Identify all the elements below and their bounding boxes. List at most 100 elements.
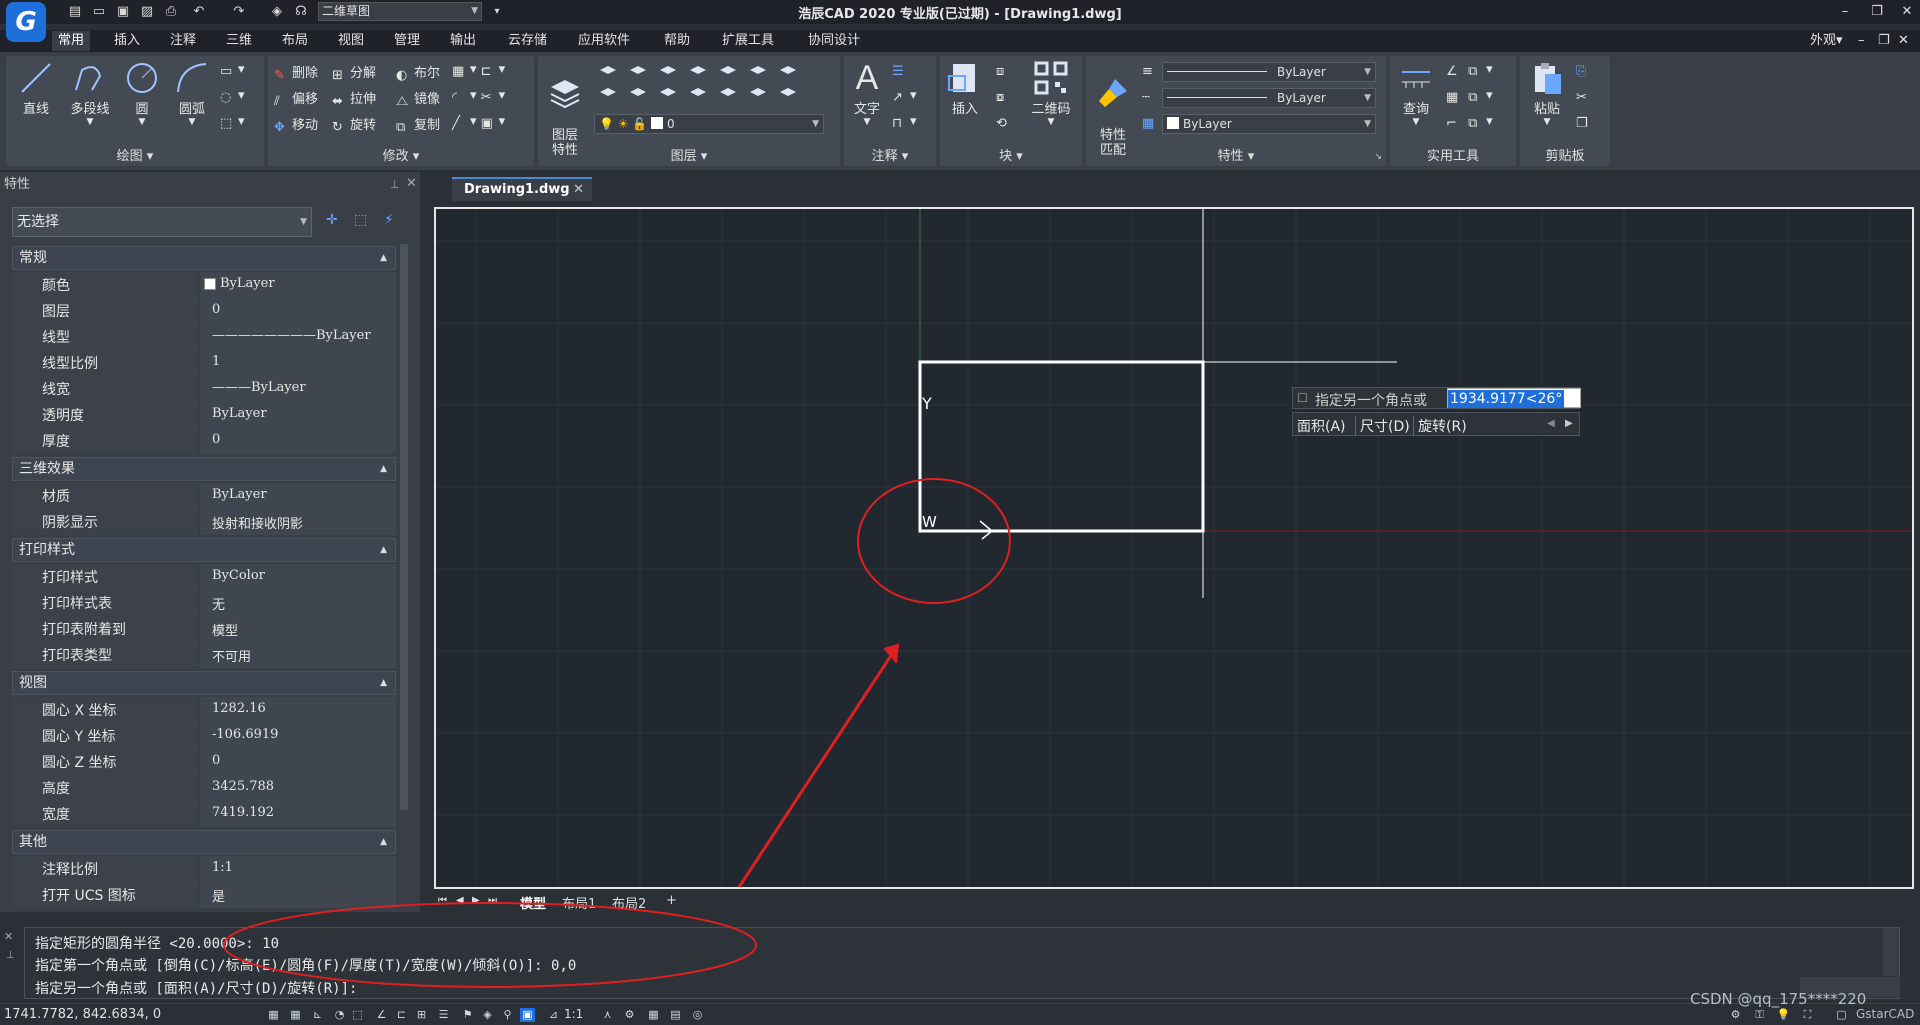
dyn-option-dimensions[interactable]: 尺寸(D)	[1355, 416, 1410, 436]
modify-panel-title[interactable]: 修改 ▾	[268, 145, 534, 164]
property-row[interactable]: 打印样式 ByColor	[12, 564, 396, 590]
tab-help[interactable]: 帮助	[658, 31, 696, 51]
text-button[interactable]: A 文字 ▼	[848, 60, 886, 127]
isolate-icon[interactable]: ◎	[690, 1008, 705, 1022]
line-button[interactable]: 直线	[16, 60, 56, 117]
section-header[interactable]: 常规 ▲	[12, 246, 396, 270]
first-tab-icon[interactable]: ⏮	[438, 895, 447, 906]
annotation-panel-title[interactable]: 注释 ▾	[844, 145, 936, 164]
tab-add-layout[interactable]: +	[666, 893, 677, 908]
annotation-monitor-icon[interactable]: ▣	[520, 1008, 535, 1022]
toggle-pickadd-icon[interactable]: ✛	[326, 212, 338, 228]
move-button[interactable]: ✥ 移动	[274, 114, 318, 135]
restore-icon[interactable]: ❐	[1864, 2, 1890, 22]
fullscreen-icon[interactable]: ⛶	[1800, 1008, 1815, 1022]
tab-layout1[interactable]: 布局1	[562, 893, 596, 912]
property-row[interactable]: 颜色 ByLayer	[12, 272, 396, 298]
property-value-cell[interactable]	[200, 590, 396, 616]
scale-value[interactable]: 1:1	[564, 1007, 583, 1021]
grid-display-icon[interactable]: ▦	[288, 1008, 303, 1022]
ribbon-close-icon[interactable]: ✕	[1892, 31, 1915, 51]
color-dropdown[interactable]: ByLayer ▼	[1162, 114, 1376, 134]
properties-scrollbar[interactable]	[400, 244, 408, 810]
property-row[interactable]: 线型比例 1	[12, 350, 396, 376]
dimension-tool[interactable]: ⊓ ▾	[892, 114, 917, 131]
close-icon[interactable]: ✕	[406, 176, 417, 191]
match-properties-button[interactable]: 特性 匹配	[1090, 60, 1136, 158]
cmd-close-icon[interactable]: ✕	[4, 930, 13, 943]
explode-button[interactable]: ⊞ 分解	[332, 62, 376, 83]
pin-icon[interactable]: ⊥	[390, 178, 400, 191]
calc-tool[interactable]: ▦ ⧉ ▾	[1446, 88, 1493, 105]
dyn-option-rotation[interactable]: 旋转(R)	[1413, 416, 1467, 436]
tab-insert[interactable]: 插入	[108, 31, 146, 51]
chevron-down-icon[interactable]: ▼	[1026, 117, 1076, 127]
cmd-pin-icon[interactable]: ⊥	[6, 950, 15, 961]
tab-home[interactable]: 常用	[52, 31, 91, 51]
cut-tool[interactable]: ✂	[1576, 88, 1594, 105]
circle-button[interactable]: 圆 ▼	[122, 60, 162, 127]
array-tool[interactable]: ▦ ▾ ⊏ ▾	[452, 62, 505, 79]
offset-button[interactable]: ⫽ 偏移	[274, 88, 318, 109]
mirror-button[interactable]: ⧍ 镜像	[396, 88, 440, 109]
section-header[interactable]: 其他 ▲	[12, 830, 396, 854]
prev-tab-icon[interactable]: ◀	[456, 895, 464, 906]
qrcode-button[interactable]: 二维码 ▼	[1026, 60, 1076, 127]
collapse-icon[interactable]: ▲	[380, 831, 387, 853]
drawing-canvas[interactable]: Y W	[434, 207, 1914, 889]
property-row[interactable]: 图层 0	[12, 298, 396, 324]
tab-apps[interactable]: 应用软件	[572, 31, 636, 51]
chevron-down-icon[interactable]: ▼	[848, 117, 886, 127]
insert-block-button[interactable]: 插入	[944, 60, 986, 117]
create-block-tool[interactable]: ⧈	[996, 62, 1014, 79]
collapse-icon[interactable]: ▲	[380, 458, 387, 480]
property-row[interactable]: 厚度 0	[12, 428, 396, 454]
angle-tool[interactable]: ∠ ⧉ ▾	[1446, 62, 1493, 79]
next-tab-icon[interactable]: ▶	[472, 895, 480, 906]
chevron-down-icon[interactable]: ▼	[170, 117, 214, 127]
layer-tools-icons[interactable]	[594, 60, 834, 102]
collapse-icon[interactable]: ▲	[380, 247, 387, 269]
tab-annotate[interactable]: 注释	[164, 31, 202, 51]
command-input-line[interactable]: 指定另一个角点或 [面积(A)/尺寸(D)/旋转(R)]:	[35, 978, 357, 998]
hardware-accel-icon[interactable]: ▤	[668, 1008, 683, 1022]
layer-panel-title[interactable]: 图层 ▾	[538, 145, 840, 164]
property-row[interactable]: 材质 ByLayer	[12, 483, 396, 509]
annotation-visibility-icon[interactable]: ⋏	[600, 1008, 615, 1022]
copy-button[interactable]: ⧉ 复制	[396, 114, 440, 135]
dynamic-input-field[interactable]: 1934.9177<26°	[1447, 388, 1581, 408]
select-objects-icon[interactable]: ⬚	[354, 212, 367, 228]
hatch-tool[interactable]: ⬚ ▾	[220, 114, 245, 131]
property-row[interactable]: 线宽 ———ByLayer	[12, 376, 396, 402]
linetype-icon[interactable]: ┄	[1142, 88, 1160, 105]
tab-cloud[interactable]: 云存储	[502, 31, 553, 51]
property-value-cell[interactable]	[200, 749, 396, 775]
tab-collab[interactable]: 协同设计	[802, 31, 866, 51]
arc-button[interactable]: 圆弧 ▼	[170, 60, 214, 127]
stretch-button[interactable]: ⬌ 拉伸	[332, 88, 376, 109]
property-value-cell[interactable]	[200, 350, 396, 376]
properties-panel-title[interactable]: 特性 ▾	[1086, 145, 1386, 164]
collapse-icon[interactable]: ▲	[380, 539, 387, 561]
property-row[interactable]: 线型 ————————ByLayer	[12, 324, 396, 350]
tab-extensions[interactable]: 扩展工具	[716, 31, 780, 51]
point-tool[interactable]: ⌐ ⧉ ▾	[1446, 114, 1493, 131]
autoscale-icon[interactable]: ⚙	[622, 1008, 637, 1022]
tab-3d[interactable]: 三维	[220, 31, 258, 51]
boolean-button[interactable]: ◐ 布尔	[396, 62, 440, 83]
lineweight-dropdown[interactable]: ByLayer ▼	[1162, 62, 1376, 82]
annotation-scale-icon[interactable]: ⊿	[546, 1008, 561, 1022]
close-tab-icon[interactable]: ✕	[573, 179, 584, 201]
property-row[interactable]: 打印表附着到 模型	[12, 616, 396, 642]
settings-icon[interactable]: ⚙	[1728, 1008, 1743, 1022]
query-button[interactable]: 查询 ▼	[1396, 60, 1436, 127]
block-attr-tool[interactable]: ⟲	[996, 114, 1014, 131]
rotate-button[interactable]: ↻ 旋转	[332, 114, 376, 135]
tab-layout2[interactable]: 布局2	[612, 893, 646, 912]
chevron-down-icon[interactable]: ▼	[1396, 117, 1436, 127]
property-row[interactable]: 圆心 Z 坐标 0	[12, 749, 396, 775]
polar-icon[interactable]: ◔	[332, 1008, 347, 1022]
quick-select-icon[interactable]: ⚡	[384, 212, 394, 228]
break-tool[interactable]: ╱ ▾ ▣ ▾	[452, 114, 505, 131]
draw-panel-title[interactable]: 绘图 ▾	[6, 145, 264, 164]
